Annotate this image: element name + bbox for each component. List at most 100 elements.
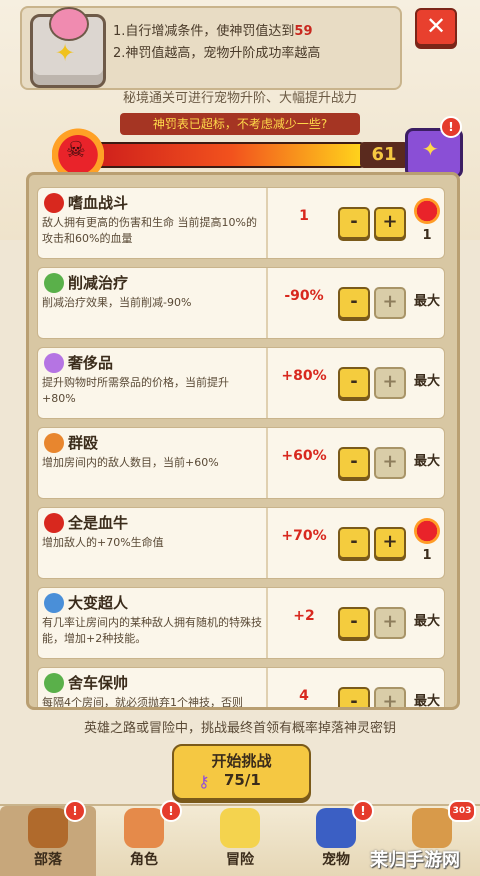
key-icon: ⚷	[198, 772, 210, 791]
condition-value: -90%	[284, 288, 324, 304]
start-challenge-label: 开始挑战	[211, 752, 272, 770]
condition-value: +70%	[281, 528, 327, 544]
conditions-list[interactable]: 嗜血战斗 敌人拥有更高的伤害和生命 当前提高10%的攻击和60%的血量 1 - …	[26, 172, 460, 710]
nav-alert-badge: 303	[448, 800, 476, 822]
nav-label: 部落	[34, 852, 62, 868]
condition-desc: 敌人拥有更高的伤害和生命 当前提高10%的攻击和60%的血量	[42, 216, 257, 245]
decrease-button[interactable]: -	[338, 607, 370, 639]
footer-hint: 英雄之路或冒险中，挑战最终首领有概率掉落神灵密钥	[83, 721, 396, 736]
condition-info: 奢侈品 提升购物时所需祭品的价格，当前提升+80%	[38, 348, 268, 418]
leaf-icon	[44, 273, 64, 293]
condition-value: +80%	[281, 368, 327, 384]
jewel-icon	[44, 353, 64, 373]
condition-title: 舍车保帅	[68, 674, 129, 692]
rule-1-text: 1.自行增减条件，使神罚值达到	[113, 24, 295, 39]
decrease-button[interactable]: -	[338, 527, 370, 559]
increase-button[interactable]: +	[374, 687, 406, 707]
condition-status: 最大	[413, 614, 440, 629]
nav-alert-badge: !	[352, 800, 374, 822]
condition-desc: 有几率让房间内的某种敌人拥有随机的特殊技能，增加+2种技能。	[42, 616, 262, 645]
rule-1-value: 59	[294, 24, 313, 39]
condition-desc: 增加敌人的+70%生命值	[42, 536, 164, 549]
nav-label: 冒险	[226, 852, 254, 868]
increase-button[interactable]: +	[374, 447, 406, 479]
condition-info: 嗜血战斗 敌人拥有更高的伤害和生命 当前提高10%的攻击和60%的血量	[38, 188, 268, 258]
condition-info: 舍车保帅 每隔4个房间，就必须抛弃1个神技，否则	[38, 668, 268, 709]
cup-icon	[44, 673, 64, 693]
shop-icon	[412, 808, 452, 848]
condition-value: 4	[299, 688, 309, 704]
condition-title: 削减治疗	[68, 274, 129, 292]
warning-banner: 神罚表已超标，不考虑减少一些?	[120, 113, 360, 135]
condition-title: 嗜血战斗	[68, 194, 129, 212]
hero-icon	[124, 808, 164, 848]
nav-label: 角色	[130, 852, 158, 868]
fire-skull-icon	[44, 193, 64, 213]
nav-item[interactable]: 部落!	[0, 800, 96, 876]
condition-row: 群殴 增加房间内的敌人数目，当前+60% +60% - + 最大	[37, 427, 445, 499]
condition-value: +60%	[281, 448, 327, 464]
condition-title: 大变超人	[68, 594, 129, 612]
condition-desc: 增加房间内的敌人数目，当前+60%	[42, 456, 219, 469]
condition-desc: 每隔4个房间，就必须抛弃1个神技，否则	[42, 696, 243, 709]
penalty-value: 61	[360, 142, 408, 168]
condition-info: 削减治疗 削减治疗效果，当前削减-90%	[38, 268, 268, 338]
condition-desc: 提升购物时所需祭品的价格，当前提升+80%	[42, 376, 229, 405]
condition-title: 奢侈品	[68, 354, 114, 372]
flask-icon	[44, 593, 64, 613]
rule-1: 1.自行增减条件，使神罚值达到59	[113, 20, 313, 39]
increase-button[interactable]: +	[374, 527, 406, 559]
pet-icon	[316, 808, 356, 848]
tribe-icon	[28, 808, 68, 848]
fire-skull-icon	[414, 518, 440, 544]
rule-2: 2.神罚值越高，宠物升阶成功率越高	[113, 46, 321, 61]
condition-row: 奢侈品 提升购物时所需祭品的价格，当前提升+80% +80% - + 最大	[37, 347, 445, 419]
condition-info: 全是血牛 增加敌人的+70%生命值	[38, 508, 268, 578]
condition-row: 大变超人 有几率让房间内的某种敌人拥有随机的特殊技能，增加+2种技能。 +2 -…	[37, 587, 445, 659]
close-button[interactable]: ✕	[415, 8, 457, 46]
nav-item[interactable]: 冒险	[192, 806, 288, 876]
decrease-button[interactable]: -	[338, 367, 370, 399]
nav-alert-badge: !	[64, 800, 86, 822]
condition-value: +2	[293, 608, 315, 624]
crowd-icon	[44, 433, 64, 453]
condition-status: 1	[422, 228, 432, 243]
increase-button[interactable]: +	[374, 367, 406, 399]
monster-icon	[44, 513, 64, 533]
start-challenge-button[interactable]: 开始挑战 ⚷ 75/1	[172, 744, 311, 800]
decrease-button[interactable]: -	[338, 287, 370, 319]
penalty-bar	[70, 142, 364, 168]
watermark: 茉归手游网	[370, 850, 460, 871]
nav-item[interactable]: 角色!	[96, 800, 192, 876]
condition-status: 最大	[413, 374, 440, 389]
condition-status: 最大	[413, 454, 440, 469]
decrease-button[interactable]: -	[338, 447, 370, 479]
subtitle: 秘境通关可进行宠物升阶、大幅提升战力	[122, 91, 357, 106]
decrease-button[interactable]: -	[338, 687, 370, 707]
condition-row: 嗜血战斗 敌人拥有更高的伤害和生命 当前提高10%的攻击和60%的血量 1 - …	[37, 187, 445, 259]
condition-row: 全是血牛 增加敌人的+70%生命值 +70% - + 1	[37, 507, 445, 579]
condition-status: 最大	[413, 294, 440, 309]
fire-skull-icon	[52, 120, 104, 178]
gift-alert-badge: !	[440, 116, 462, 138]
condition-desc: 削减治疗效果，当前削减-90%	[42, 296, 192, 309]
condition-title: 群殴	[68, 434, 99, 452]
map-icon	[220, 808, 260, 848]
condition-row: 舍车保帅 每隔4个房间，就必须抛弃1个神技，否则 4 - + 最大	[37, 667, 445, 709]
condition-info: 群殴 增加房间内的敌人数目，当前+60%	[38, 428, 268, 498]
condition-info: 大变超人 有几率让房间内的某种敌人拥有随机的特殊技能，增加+2种技能。	[38, 588, 268, 658]
fire-skull-icon	[414, 198, 440, 224]
condition-row: 削减治疗 削减治疗效果，当前削减-90% -90% - + 最大	[37, 267, 445, 339]
key-progress: 75/1	[224, 771, 261, 789]
decrease-button[interactable]: -	[338, 207, 370, 239]
condition-status: 1	[422, 548, 432, 563]
condition-status: 最大	[413, 694, 440, 709]
nav-alert-badge: !	[160, 800, 182, 822]
chest-icon	[30, 7, 106, 88]
condition-title: 全是血牛	[68, 514, 129, 532]
increase-button[interactable]: +	[374, 607, 406, 639]
increase-button[interactable]: +	[374, 287, 406, 319]
condition-value: 1	[299, 208, 309, 224]
penalty-bar-fill	[72, 144, 362, 166]
increase-button[interactable]: +	[374, 207, 406, 239]
